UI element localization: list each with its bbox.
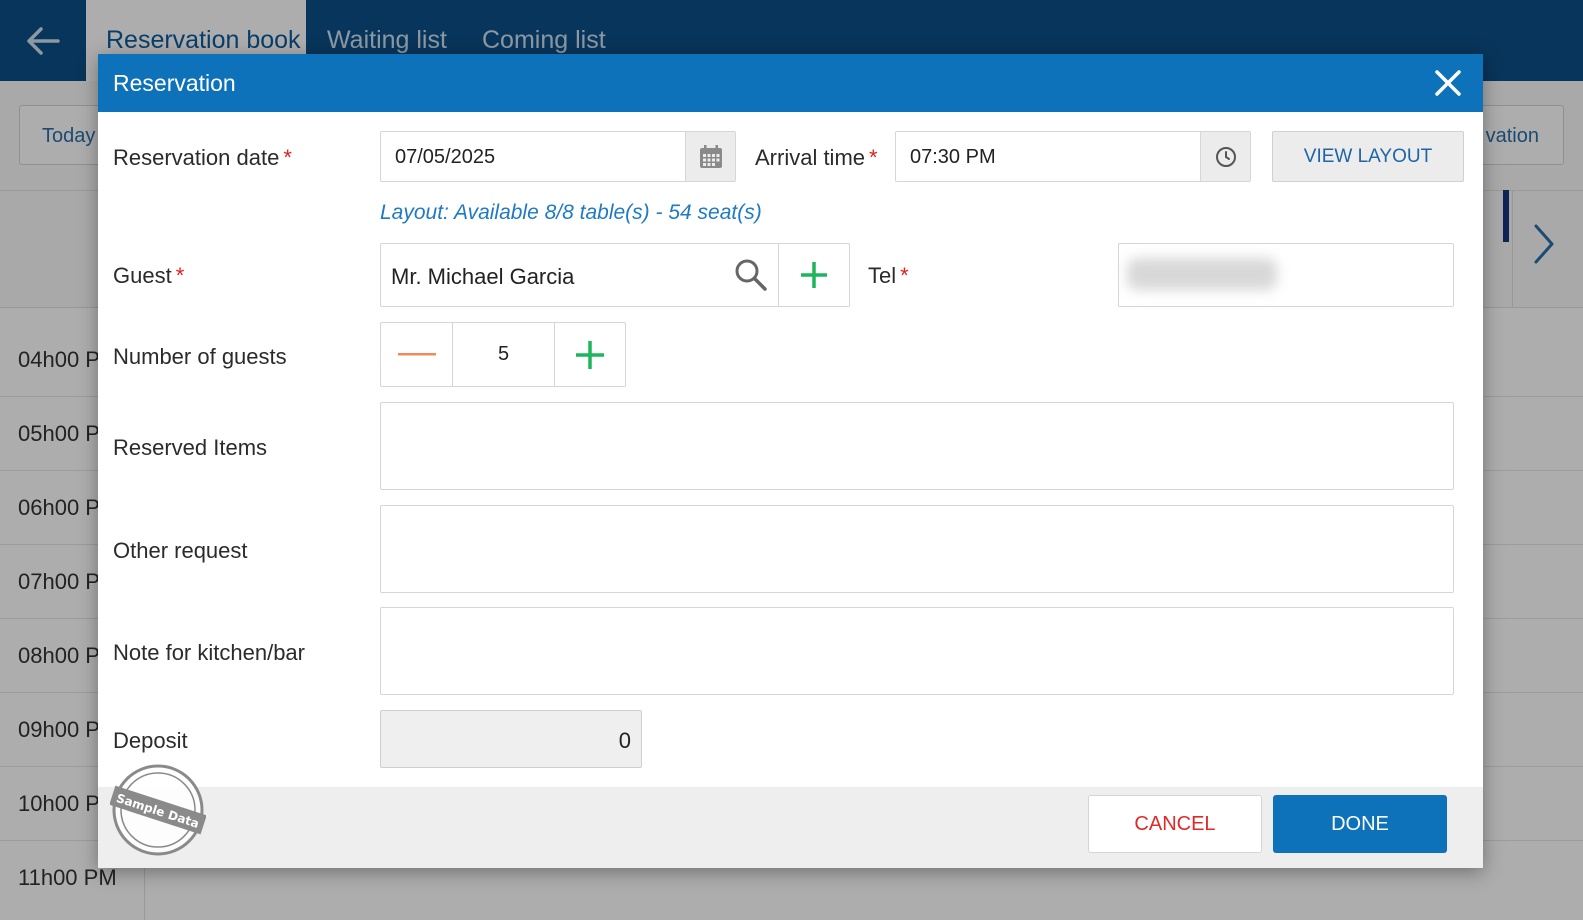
other-request-label: Other request <box>113 538 248 563</box>
plus-icon <box>801 262 827 288</box>
sample-data-stamp: Sample Data <box>110 764 206 856</box>
arrival-time-value: 07:30 PM <box>910 146 996 168</box>
number-of-guests-label: Number of guests <box>113 344 287 369</box>
calendar-icon <box>699 144 722 168</box>
other-request-field[interactable] <box>380 505 1454 593</box>
reservation-date-value: 07/05/2025 <box>395 146 496 168</box>
search-guest-button[interactable] <box>726 244 776 306</box>
tel-value-redacted <box>1127 258 1277 290</box>
plus-icon <box>576 340 604 369</box>
time-picker-button[interactable] <box>1200 132 1250 181</box>
deposit-field[interactable]: 0 <box>380 710 642 768</box>
increment-button[interactable] <box>555 323 625 386</box>
deposit-value: 0 <box>618 728 631 753</box>
guest-value: Mr. Michael Garcia <box>391 264 575 289</box>
guest-field[interactable]: Mr. Michael Garcia <box>380 243 850 307</box>
dialog-header: Reservation <box>98 54 1483 112</box>
dialog-footer: CANCEL DONE <box>98 787 1483 868</box>
decrement-button[interactable] <box>381 323 452 386</box>
reserved-items-label: Reserved Items <box>113 435 268 460</box>
view-layout-button[interactable]: VIEW LAYOUT <box>1272 131 1464 182</box>
arrival-time-field[interactable]: 07:30 PM <box>895 131 1251 182</box>
reservation-date-label: Reservation date * <box>113 145 292 170</box>
guest-count-value[interactable]: 5 <box>453 323 554 386</box>
dialog-title: Reservation <box>113 70 236 96</box>
kitchen-note-field[interactable] <box>380 607 1454 695</box>
close-button[interactable] <box>1431 66 1465 100</box>
tel-label: Tel * <box>868 263 909 288</box>
tel-field[interactable] <box>1118 243 1454 307</box>
kitchen-note-label: Note for kitchen/bar <box>113 640 305 665</box>
clock-icon <box>1215 146 1236 167</box>
reservation-date-field[interactable]: 07/05/2025 <box>380 131 736 182</box>
layout-availability-text: Layout: Available 8/8 table(s) - 54 seat… <box>380 201 762 224</box>
done-button[interactable]: DONE <box>1273 795 1447 853</box>
minus-icon <box>397 352 436 355</box>
reserved-items-field[interactable] <box>380 402 1454 490</box>
quantity-stepper[interactable]: 5 <box>380 322 626 387</box>
close-icon <box>1435 70 1461 96</box>
guest-label: Guest * <box>113 263 185 288</box>
date-picker-button[interactable] <box>685 132 735 181</box>
deposit-label: Deposit <box>113 728 188 753</box>
reservation-dialog: Reservation Reservation date * 07/05/2025 <box>98 54 1483 868</box>
arrival-time-label: Arrival time * <box>755 145 878 170</box>
cancel-button[interactable]: CANCEL <box>1088 795 1262 853</box>
add-guest-button[interactable] <box>779 244 849 306</box>
search-icon <box>735 259 767 291</box>
